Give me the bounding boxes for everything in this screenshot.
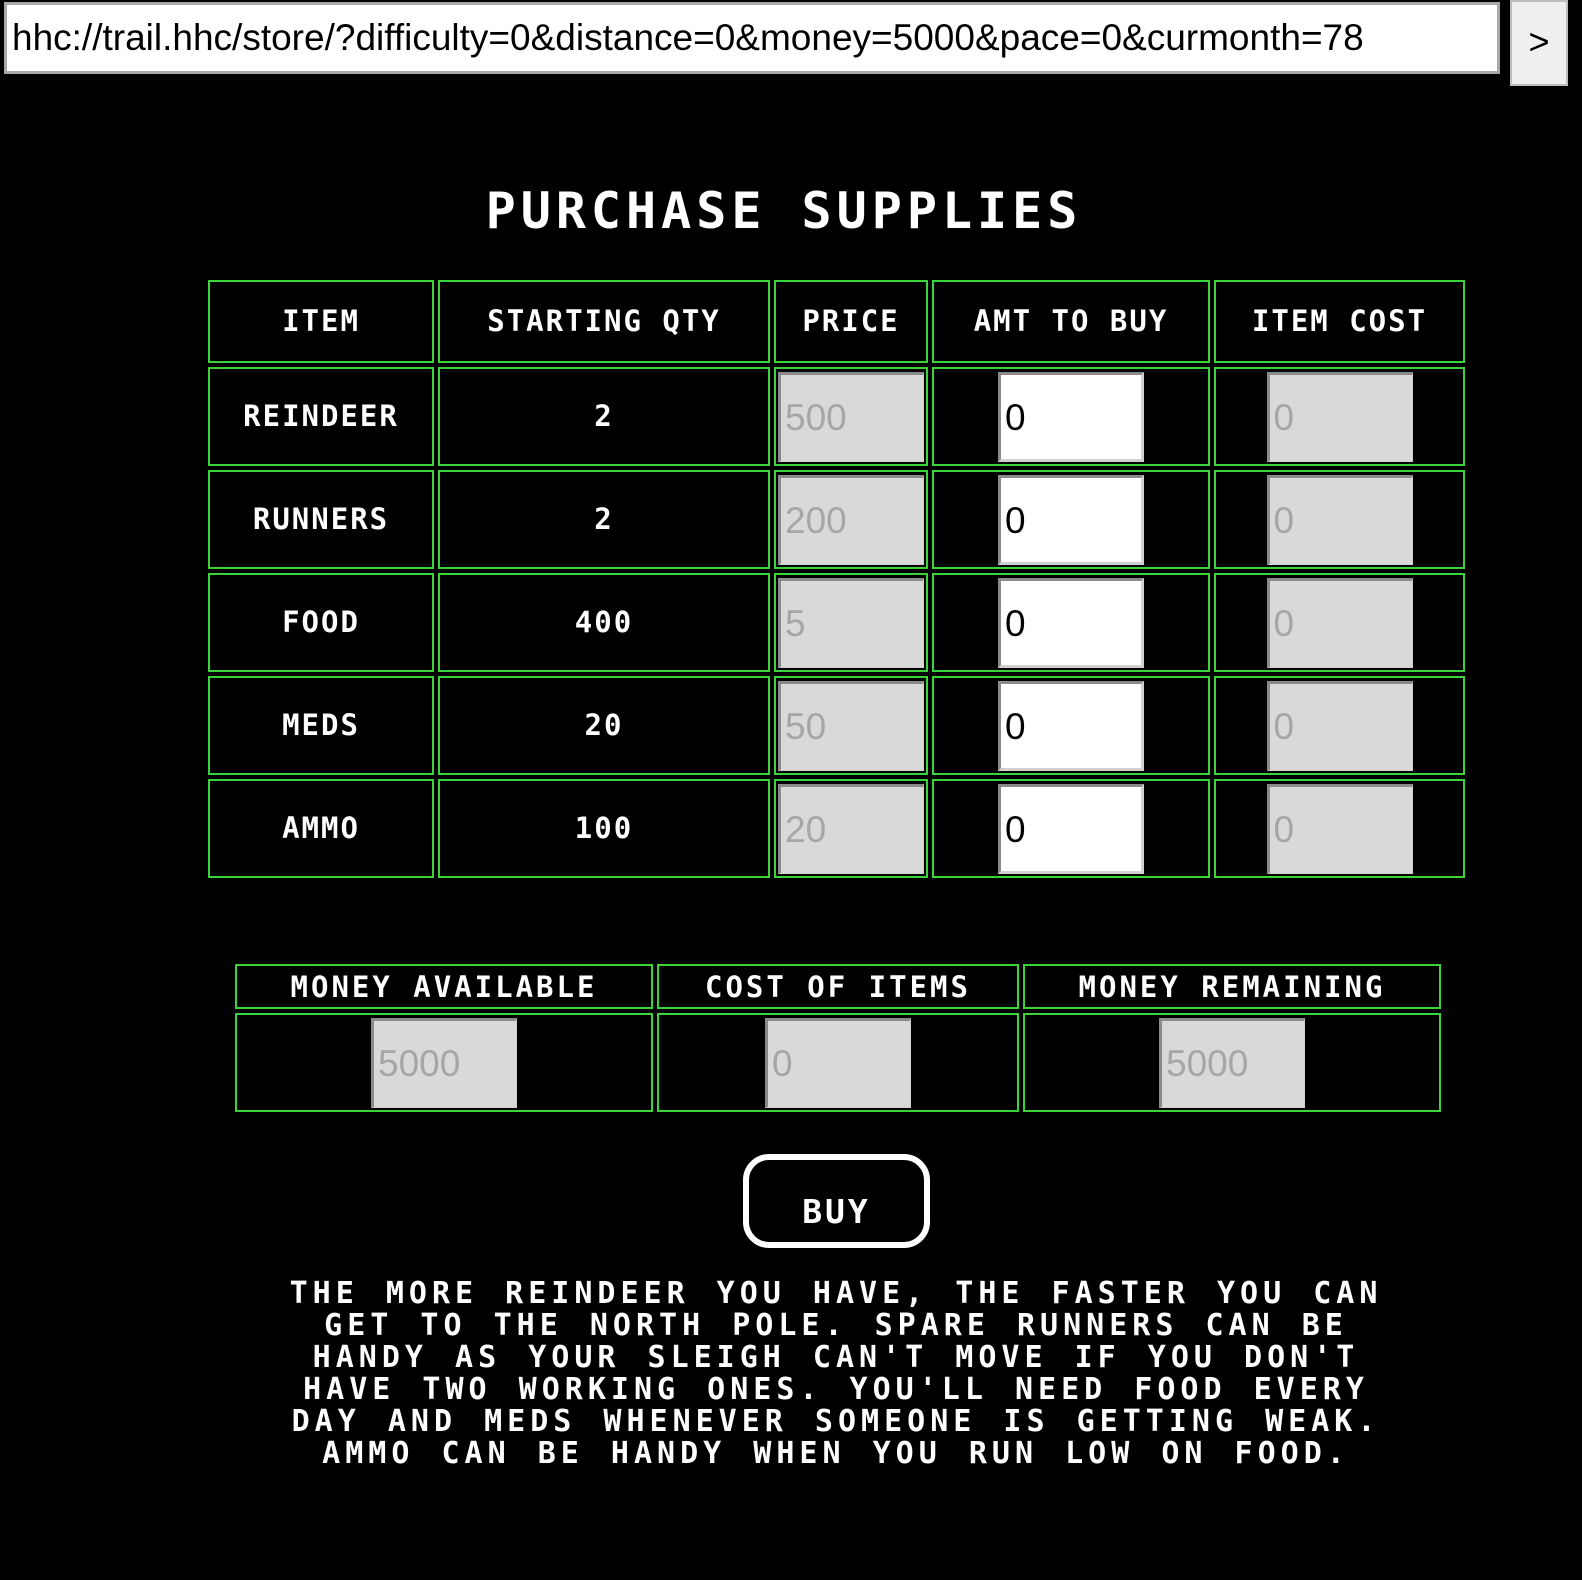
item-cost-field: 0: [1266, 371, 1413, 462]
amt-cell: 0: [932, 470, 1210, 569]
table-row: FOOD 400 5 0 0: [208, 573, 1465, 672]
help-line: GET TO THE NORTH POLE. SPARE RUNNERS CAN…: [324, 1308, 1348, 1343]
page-title: PURCHASE SUPPLIES: [485, 182, 1083, 240]
starting-qty: 100: [438, 779, 770, 878]
header-amt-to-buy: AMT TO BUY: [932, 280, 1210, 363]
summary-values-row: 5000 0 5000: [235, 1013, 1441, 1112]
price-field: 20: [778, 783, 924, 874]
item-name: FOOD: [208, 573, 434, 672]
item-name: RUNNERS: [208, 470, 434, 569]
header-money-available: MONEY AVAILABLE: [235, 964, 653, 1009]
summary-header-row: MONEY AVAILABLE COST OF ITEMS MONEY REMA…: [235, 964, 1441, 1009]
cost-of-items-cell: 0: [657, 1013, 1019, 1112]
summary-table: MONEY AVAILABLE COST OF ITEMS MONEY REMA…: [231, 960, 1445, 1116]
header-item-cost: ITEM COST: [1214, 280, 1465, 363]
item-name: REINDEER: [208, 367, 434, 466]
item-cost-field: 0: [1266, 783, 1413, 874]
money-remaining-field: 5000: [1159, 1017, 1305, 1108]
amt-cell: 0: [932, 573, 1210, 672]
buy-button[interactable]: BUY: [743, 1154, 930, 1248]
amt-to-buy-input[interactable]: 0: [998, 371, 1144, 462]
amt-to-buy-input[interactable]: 0: [998, 474, 1144, 565]
starting-qty: 2: [438, 470, 770, 569]
help-line: HAVE TWO WORKING ONES. YOU'LL NEED FOOD …: [303, 1372, 1369, 1407]
amt-cell: 0: [932, 367, 1210, 466]
money-remaining-cell: 5000: [1023, 1013, 1441, 1112]
table-row: MEDS 20 50 0 0: [208, 676, 1465, 775]
price-cell: 20: [774, 779, 928, 878]
item-name: AMMO: [208, 779, 434, 878]
amt-to-buy-input[interactable]: 0: [998, 577, 1144, 668]
price-cell: 500: [774, 367, 928, 466]
table-row: AMMO 100 20 0 0: [208, 779, 1465, 878]
money-available-cell: 5000: [235, 1013, 653, 1112]
header-starting-qty: STARTING QTY: [438, 280, 770, 363]
starting-qty: 400: [438, 573, 770, 672]
help-line: DAY AND MEDS WHENEVER SOMEONE IS GETTING…: [291, 1404, 1381, 1439]
cost-cell: 0: [1214, 470, 1465, 569]
price-cell: 5: [774, 573, 928, 672]
item-cost-field: 0: [1266, 577, 1413, 668]
item-name: MEDS: [208, 676, 434, 775]
item-cost-field: 0: [1266, 680, 1413, 771]
table-row: RUNNERS 2 200 0 0: [208, 470, 1465, 569]
header-money-remaining: MONEY REMAINING: [1023, 964, 1441, 1009]
header-cost-of-items: COST OF ITEMS: [657, 964, 1019, 1009]
starting-qty: 20: [438, 676, 770, 775]
starting-qty: 2: [438, 367, 770, 466]
cost-cell: 0: [1214, 676, 1465, 775]
supplies-table: ITEM STARTING QTY PRICE AMT TO BUY ITEM …: [204, 276, 1469, 882]
price-field: 50: [778, 680, 924, 771]
price-field: 5: [778, 577, 924, 668]
table-row: REINDEER 2 500 0 0: [208, 367, 1465, 466]
cost-cell: 0: [1214, 367, 1465, 466]
cost-cell: 0: [1214, 573, 1465, 672]
header-item: ITEM: [208, 280, 434, 363]
url-input[interactable]: hhc://trail.hhc/store/?difficulty=0&dist…: [4, 2, 1500, 74]
price-cell: 200: [774, 470, 928, 569]
amt-to-buy-input[interactable]: 0: [998, 783, 1144, 874]
cost-cell: 0: [1214, 779, 1465, 878]
cost-of-items-field: 0: [765, 1017, 911, 1108]
price-field: 500: [778, 371, 924, 462]
supplies-header-row: ITEM STARTING QTY PRICE AMT TO BUY ITEM …: [208, 280, 1465, 363]
price-field: 200: [778, 474, 924, 565]
amt-to-buy-input[interactable]: 0: [998, 680, 1144, 771]
amt-cell: 0: [932, 676, 1210, 775]
price-cell: 50: [774, 676, 928, 775]
header-price: PRICE: [774, 280, 928, 363]
help-line: AMMO CAN BE HANDY WHEN YOU RUN LOW ON FO…: [322, 1436, 1350, 1471]
money-available-field: 5000: [371, 1017, 517, 1108]
help-text: THE MORE REINDEER YOU HAVE, THE FASTER Y…: [196, 1278, 1476, 1470]
help-line: THE MORE REINDEER YOU HAVE, THE FASTER Y…: [289, 1276, 1383, 1311]
help-line: HANDY AS YOUR SLEIGH CAN'T MOVE IF YOU D…: [312, 1340, 1360, 1375]
amt-cell: 0: [932, 779, 1210, 878]
go-button[interactable]: >: [1510, 0, 1568, 86]
item-cost-field: 0: [1266, 474, 1413, 565]
